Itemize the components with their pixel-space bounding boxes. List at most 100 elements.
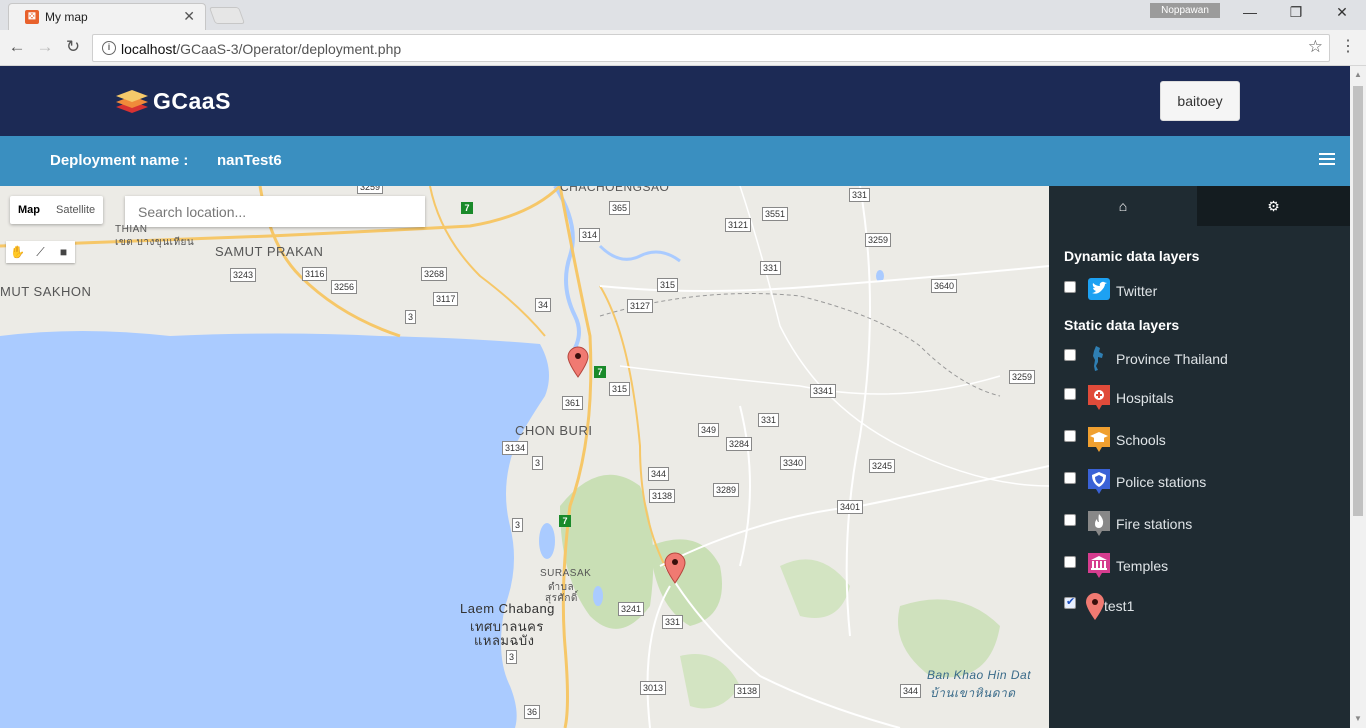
deployment-bar: Deployment name : nanTest6 [0, 136, 1350, 186]
address-bar: ← → ↻ i localhost/GCaaS-3/Operator/deplo… [0, 30, 1366, 66]
layer-twitter[interactable]: Twitter [1064, 276, 1344, 306]
road-shield: 3 [405, 310, 417, 324]
profile-badge[interactable]: Noppawan [1150, 3, 1220, 18]
layer-label: Hospitals [1116, 390, 1174, 406]
road-shield: 3138 [649, 489, 676, 503]
place-label: THIAN [115, 224, 148, 235]
pan-hand-icon[interactable]: ✋ [6, 241, 29, 263]
layer-police-stations[interactable]: Police stations [1064, 467, 1344, 497]
map-type-map-button[interactable]: Map [10, 196, 48, 224]
search-location-input[interactable] [125, 196, 425, 227]
scroll-thumb[interactable] [1353, 86, 1363, 516]
info-icon[interactable]: i [102, 41, 116, 55]
road-shield: 36 [524, 705, 541, 719]
gcaas-logo-icon [116, 90, 148, 113]
road-shield: 3259 [1009, 370, 1036, 384]
minimize-icon[interactable]: — [1230, 4, 1270, 24]
road-shield: 3 [532, 456, 544, 470]
home-icon: ⌂ [1118, 198, 1128, 214]
road-shield: 3121 [725, 218, 752, 232]
highway-shield: 7 [594, 366, 606, 378]
browser-menu-icon[interactable]: ⋮ [1340, 36, 1356, 56]
layer-checkbox[interactable] [1064, 430, 1076, 442]
deployment-label: Deployment name : [50, 152, 189, 169]
scroll-down-icon[interactable]: ▼ [1354, 714, 1362, 723]
road-shield: 331 [662, 615, 684, 629]
road-shield: 3259 [865, 233, 892, 247]
road-shield: 344 [900, 684, 922, 698]
layer-hospitals[interactable]: Hospitals [1064, 383, 1344, 413]
road-shield: 3116 [302, 267, 328, 281]
place-label: SURASAK [540, 568, 592, 579]
layer-checkbox[interactable] [1064, 595, 1076, 609]
road-shield: 344 [648, 467, 670, 481]
app-logo-text[interactable]: GCaaS [153, 88, 231, 115]
window-close-icon[interactable]: ✕ [1322, 4, 1362, 24]
road-shield: 3243 [230, 268, 257, 282]
fire-icon [1088, 511, 1110, 536]
road-shield: 331 [758, 413, 780, 427]
back-icon[interactable]: ← [6, 37, 28, 59]
place-label: MUT SAKHON [0, 284, 92, 299]
layer-label: Police stations [1116, 474, 1207, 490]
restore-icon[interactable]: ❐ [1276, 4, 1316, 24]
place-label: เขต บางขุนเทียน [115, 237, 195, 248]
road-shield: 3117 [433, 292, 459, 306]
draw-polygon-icon[interactable]: ⟋ [29, 241, 52, 263]
layer-schools[interactable]: Schools [1064, 425, 1344, 455]
thailand-map-icon [1093, 346, 1103, 371]
sidebar-tabs: ⌂ ⚙ [1049, 186, 1350, 226]
road-shield: 3259 [357, 186, 384, 194]
road-shield: 3138 [734, 684, 761, 698]
road-shield: 361 [562, 396, 584, 410]
place-label: แหลมฉบัง [474, 633, 535, 648]
reload-icon[interactable]: ↻ [62, 37, 84, 59]
road-shield: 331 [760, 261, 782, 275]
road-shield: 315 [609, 382, 631, 396]
tab-home[interactable]: ⌂ [1049, 186, 1197, 226]
draw-rectangle-icon[interactable]: ■ [52, 241, 75, 263]
road-shield: 3245 [869, 459, 896, 473]
layer-checkbox[interactable] [1064, 281, 1076, 293]
forward-icon[interactable]: → [34, 37, 56, 59]
hamburger-menu-icon[interactable] [1319, 153, 1335, 167]
road-shield: 3241 [618, 602, 645, 616]
place-label: CHACHOENGSAO [560, 186, 670, 194]
gears-icon: ⚙ [1267, 198, 1280, 214]
map-type-satellite-button[interactable]: Satellite [48, 196, 103, 224]
layer-province-thailand[interactable]: Province Thailand [1064, 344, 1344, 374]
road-shield: 3289 [713, 483, 740, 497]
place-label: บ้านเขาหินดาด [930, 686, 1016, 700]
map-canvas[interactable]: Map Satellite ✋ ⟋ ■ THIAN เขต บางขุนเทีย… [0, 186, 1049, 728]
scroll-up-icon[interactable]: ▲ [1354, 70, 1362, 79]
layer-checkbox[interactable] [1064, 514, 1076, 526]
layer-label: Province Thailand [1116, 351, 1228, 367]
close-tab-icon[interactable]: ✕ [183, 8, 195, 25]
layer-checkbox[interactable] [1064, 349, 1076, 361]
map-marker-icon[interactable] [567, 346, 589, 378]
place-label: SAMUT PRAKAN [215, 244, 324, 259]
map-marker-icon[interactable] [664, 552, 686, 584]
road-shield: 3127 [627, 299, 654, 313]
road-shield: 3 [512, 518, 524, 532]
url-field[interactable]: i localhost/GCaaS-3/Operator/deployment.… [92, 34, 1330, 62]
tab-settings[interactable]: ⚙ [1197, 186, 1350, 226]
layer-fire-stations[interactable]: Fire stations [1064, 509, 1344, 539]
new-tab-button[interactable] [208, 7, 246, 24]
page-scrollbar[interactable]: ▲ ▼ [1350, 66, 1366, 728]
road-shield: 3284 [726, 437, 753, 451]
browser-tab[interactable]: ⊠ My map ✕ [8, 3, 206, 30]
layer-temples[interactable]: Temples [1064, 551, 1344, 581]
hospital-icon [1088, 385, 1110, 410]
layer-checkbox[interactable] [1064, 472, 1076, 484]
road-shield: 349 [698, 423, 720, 437]
layer-test1[interactable]: test1 [1064, 592, 1344, 622]
place-label: Ban Khao Hin Dat [927, 668, 1032, 682]
road-shield: 365 [609, 201, 631, 215]
place-label: Laem Chabang [460, 601, 555, 616]
layer-checkbox[interactable] [1064, 388, 1076, 400]
user-button[interactable]: baitoey [1160, 81, 1240, 121]
road-shield: 3 [506, 650, 518, 664]
bookmark-star-icon[interactable]: ☆ [1308, 37, 1323, 57]
layer-checkbox[interactable] [1064, 556, 1076, 568]
